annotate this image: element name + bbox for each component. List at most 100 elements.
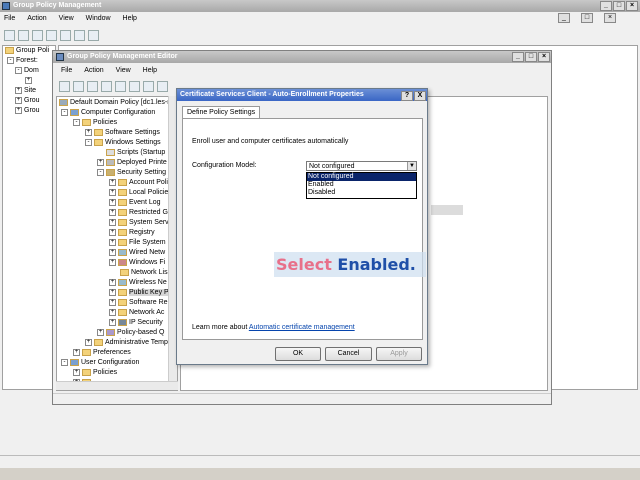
tree-item[interactable]: + Wireless Ne [57,278,177,288]
ok-button[interactable]: OK [275,347,321,361]
expand-icon[interactable]: + [97,328,104,336]
editor-menu-help[interactable]: Help [143,67,157,74]
tree-item[interactable]: + IP Security [57,318,177,328]
menu-file[interactable]: File [4,15,15,22]
expand-icon[interactable]: + [109,318,116,326]
configuration-model-select[interactable]: Not configured ▼ [306,161,417,171]
dialog-close-button[interactable]: X [414,91,426,101]
tree-item[interactable]: + Deployed Printe [57,158,177,168]
expand-icon[interactable]: + [109,208,116,216]
expand-icon[interactable]: + [97,158,104,166]
expand-icon[interactable]: + [73,348,80,356]
expand-icon[interactable]: + [109,298,116,306]
tab-define-policy-settings[interactable]: Define Policy Settings [182,106,261,118]
collapse-icon[interactable]: - [61,358,68,366]
expand-icon[interactable]: + [109,188,116,196]
collapse-icon[interactable]: - [61,108,68,116]
back-icon[interactable] [4,30,15,41]
option-disabled[interactable]: Disabled [307,189,416,197]
tree-item[interactable]: + Policy-based Q [57,328,177,338]
tree-item[interactable]: + Wired Netw [57,248,177,258]
expand-icon[interactable]: + [15,106,22,114]
maximize-button[interactable]: □ [613,1,625,11]
menu-help[interactable]: Help [123,15,137,22]
export-icon[interactable] [115,81,126,92]
expand-icon[interactable]: + [109,178,116,186]
tree-item[interactable]: + System Serv [57,218,177,228]
collapse-icon[interactable]: - [97,168,104,176]
help-icon[interactable] [143,81,154,92]
menu-action[interactable]: Action [27,15,46,22]
expand-icon[interactable]: + [109,228,116,236]
expand-icon[interactable]: + [15,96,22,104]
expand-icon[interactable]: + [109,218,116,226]
editor-menu-view[interactable]: View [116,67,131,74]
refresh-icon[interactable] [60,30,71,41]
tree-item[interactable]: Scripts (Startup [57,148,177,158]
minimize-button[interactable]: _ [600,1,612,11]
tree-item[interactable]: + Policies [57,368,177,378]
forward-icon[interactable] [18,30,29,41]
view-icon[interactable] [157,81,168,92]
editor-minimize-button[interactable]: _ [512,52,524,62]
collapse-icon[interactable]: - [85,138,92,146]
tree-item[interactable]: + Network Ac [57,308,177,318]
tree-item[interactable]: - Computer Configuration [57,108,177,118]
dropdown-arrow-icon[interactable]: ▼ [407,162,416,170]
help-icon[interactable] [74,30,85,41]
cancel-button[interactable]: Cancel [325,347,372,361]
tree-item[interactable]: + Administrative Temp [57,338,177,348]
tree-item[interactable]: Default Domain Policy [dc1.les-n [57,98,177,108]
mdi-minimize-button[interactable]: _ [558,13,570,23]
apply-button[interactable]: Apply [376,347,422,361]
expand-icon[interactable]: + [109,288,116,296]
option-enabled[interactable]: Enabled [307,181,416,189]
menu-window[interactable]: Window [86,15,111,22]
tree-item[interactable]: - Policies [57,118,177,128]
editor-menu-file[interactable]: File [61,67,72,74]
tree-item[interactable]: + Windows Fi [57,258,177,268]
tree-item[interactable]: - Windows Settings [57,138,177,148]
tree-item-selected[interactable]: + Public Key P [57,288,177,298]
forward-icon[interactable] [73,81,84,92]
tree-item[interactable]: + [3,76,55,86]
expand-icon[interactable]: + [15,86,22,94]
tree-item[interactable]: + Site [3,86,55,96]
mdi-close-button[interactable]: × [604,13,616,23]
editor-menu-action[interactable]: Action [84,67,103,74]
up-icon[interactable] [87,81,98,92]
editor-tree-hscroll[interactable] [56,381,178,390]
tree-item[interactable]: + Grou [3,106,55,116]
tree-item[interactable]: + Account Poli [57,178,177,188]
tree-item[interactable]: + Event Log [57,198,177,208]
tree-item[interactable]: + File System [57,238,177,248]
expand-icon[interactable]: + [109,198,116,206]
expand-icon[interactable]: + [73,368,80,376]
tree-item[interactable]: + Grou [3,96,55,106]
editor-close-button[interactable]: × [538,52,550,62]
expand-icon[interactable]: + [109,248,116,256]
tree-item[interactable]: - Security Setting [57,168,177,178]
collapse-icon[interactable]: - [15,66,22,74]
expand-icon[interactable]: + [109,258,116,266]
tree-item[interactable]: Network Lis [57,268,177,278]
expand-icon[interactable]: + [109,308,116,316]
close-button[interactable]: × [626,1,638,11]
option-not-configured[interactable]: Not configured [307,173,416,181]
expand-icon[interactable]: + [109,238,116,246]
back-icon[interactable] [59,81,70,92]
menu-view[interactable]: View [59,15,74,22]
expand-icon[interactable]: + [109,278,116,286]
up-icon[interactable] [32,30,43,41]
properties-icon[interactable] [46,30,57,41]
selected-row-highlight[interactable] [431,205,463,215]
collapse-icon[interactable]: - [73,118,80,126]
expand-icon[interactable]: + [85,338,92,346]
tree-item[interactable]: + Registry [57,228,177,238]
refresh-icon[interactable] [129,81,140,92]
tree-item[interactable]: - User Configuration [57,358,177,368]
tree-item[interactable]: - Forest: [3,56,55,66]
tree-item[interactable]: + Restricted G [57,208,177,218]
expand-icon[interactable]: + [85,128,92,136]
tree-item[interactable]: - Dom [3,66,55,76]
